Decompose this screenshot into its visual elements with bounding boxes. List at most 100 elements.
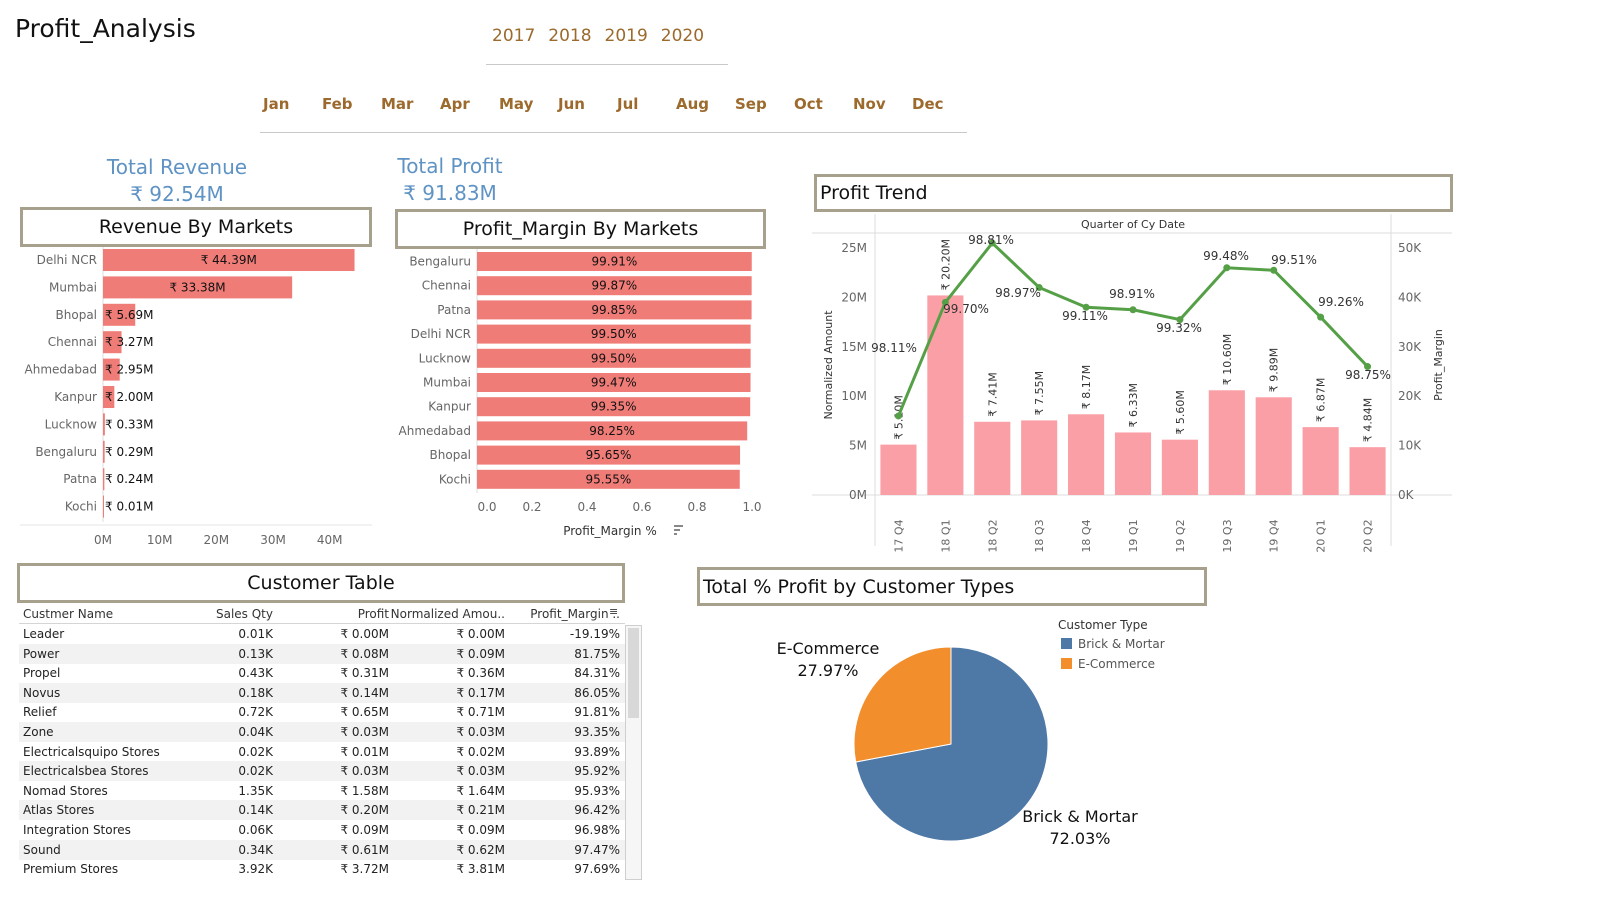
bar <box>1021 420 1058 495</box>
y-tick-label: 0M <box>849 488 867 502</box>
table-cell: ₹ 3.81M <box>456 862 505 877</box>
month-filter-item[interactable]: Feb <box>322 95 353 113</box>
slice-name-label: E-Commerce <box>777 639 880 658</box>
year-filter-item[interactable]: 2020 <box>661 26 704 46</box>
month-filter-item[interactable]: Jan <box>263 95 289 113</box>
table-row[interactable]: Nomad Stores 1.35K ₹ 1.58M ₹ 1.64M 95.93% <box>19 781 625 801</box>
table-cell: 95.93% <box>574 783 620 798</box>
table-cell: ₹ 3.72M <box>340 862 389 877</box>
tick-label: 0.4 <box>577 500 596 514</box>
month-filter-item[interactable]: Sep <box>735 95 767 113</box>
y-tick-label: 25M <box>841 241 867 255</box>
table-cell: ₹ 1.58M <box>340 783 389 798</box>
table-header-cell: Normalized Amou.. <box>390 607 505 621</box>
year-filter-item[interactable]: 2018 <box>548 26 591 46</box>
slice-value-label: 72.03% <box>1049 829 1110 848</box>
bar-data-label: ₹ 4.84M <box>1362 398 1375 442</box>
month-filter-item[interactable]: Nov <box>853 95 886 113</box>
category-label: Patna <box>437 303 471 317</box>
tick-label: 0.6 <box>632 500 651 514</box>
year-filter-item[interactable]: 2019 <box>605 26 648 46</box>
table-row[interactable]: Sound 0.34K ₹ 0.61M ₹ 0.62M 97.47% <box>19 839 625 860</box>
month-filter-item[interactable]: Oct <box>794 95 823 113</box>
table-cell: ₹ 0.71M <box>456 705 505 720</box>
sort-icon <box>674 525 683 535</box>
table-row[interactable]: Novus 0.18K ₹ 0.14M ₹ 0.17M 86.05% <box>19 682 625 703</box>
line-point <box>894 412 902 420</box>
sort-icon[interactable]: ≡ <box>609 605 618 618</box>
bar-data-label: ₹ 20.20M <box>939 239 952 290</box>
total-profit-value: ₹ 91.83M <box>403 181 497 205</box>
category-label: Lucknow <box>419 351 472 365</box>
data-label: ₹ 2.95M <box>105 363 154 377</box>
table-row[interactable]: Integration Stores 0.06K ₹ 0.09M ₹ 0.09M 96.… <box>19 820 625 840</box>
bar-data-label: ₹ 6.87M <box>1315 378 1328 422</box>
category-label: Mumbai <box>49 280 97 294</box>
total-revenue-label: Total Revenue <box>106 155 248 179</box>
table-cell: ₹ 0.62M <box>456 842 505 857</box>
month-filter-item[interactable]: Jul <box>617 95 638 113</box>
table-cell: 0.02K <box>238 764 273 779</box>
table-row[interactable]: Atlas Stores 0.14K ₹ 0.20M ₹ 0.21M 96.42% <box>19 800 625 821</box>
table-cell: Power <box>23 646 60 661</box>
bar-data-label: ₹ 7.55M <box>1033 371 1046 415</box>
x-tick-label: 2018 Q1 <box>939 519 952 552</box>
table-scrollbar[interactable] <box>625 625 642 880</box>
line-data-label: 98.11% <box>871 341 917 355</box>
dashboard-title: Profit_Analysis <box>15 14 196 43</box>
month-filter-item[interactable]: May <box>499 95 533 113</box>
table-row[interactable]: Zone 0.04K ₹ 0.03M ₹ 0.03M 93.35% <box>19 722 625 742</box>
table-cell: Premium Stores <box>23 862 119 877</box>
legend-label: Brick & Mortar <box>1078 637 1165 651</box>
y-tick-label: 20M <box>841 290 867 304</box>
data-label: 99.47% <box>591 376 637 390</box>
category-label: Mumbai <box>423 376 471 390</box>
profit-trend-chart: Quarter of Cy Date 0M 5M 10M 15M 20M 25M 0K 10K 2… <box>812 214 1452 552</box>
y2-tick-label: 10K <box>1398 439 1422 453</box>
month-filter-item[interactable]: Jun <box>558 95 585 113</box>
table-row[interactable]: Premium Stores 3.92K ₹ 3.72M ₹ 3.81M 97.69% <box>19 859 625 879</box>
table-header-row: Custmer Name Sales Qty Profit Normalized Am… <box>19 604 625 624</box>
data-label: ₹ 0.33M <box>105 417 154 431</box>
month-filter-item[interactable]: Mar <box>381 95 413 113</box>
table-cell: Leader <box>23 627 65 641</box>
data-label: ₹ 0.24M <box>105 472 154 486</box>
table-header-cell: Profit_Margin .. <box>530 607 620 621</box>
data-label: ₹ 44.39M <box>201 253 257 267</box>
table-cell: Nomad Stores <box>23 783 108 798</box>
table-row[interactable]: Power 0.13K ₹ 0.08M ₹ 0.09M 81.75% <box>19 643 625 664</box>
category-label: Delhi NCR <box>37 253 97 267</box>
month-filter-item[interactable]: Dec <box>912 95 944 113</box>
table-row[interactable]: Electricalsbea Stores 0.02K ₹ 0.03M ₹ 0.03M… <box>19 761 625 782</box>
y2-axis-title: Profit_Margin <box>1432 329 1445 401</box>
table-cell: 97.69% <box>574 862 620 877</box>
line-data-label: 99.32% <box>1156 321 1202 335</box>
table-cell: 0.01K <box>238 627 273 641</box>
table-header-cell: Profit <box>357 607 389 621</box>
x-tick-label: 2019 Q3 <box>1221 519 1234 552</box>
revenue-by-markets-title: Revenue By Markets <box>98 216 294 238</box>
category-label: Bhopal <box>56 308 97 322</box>
year-filter-divider <box>486 64 728 65</box>
table-row[interactable]: Leader 0.01K ₹ 0.00M ₹ 0.00M -19.19% <box>19 624 625 644</box>
table-row[interactable]: Electricalsquipo Stores 0.02K ₹ 0.01M ₹ 0.0… <box>19 742 625 762</box>
line-point <box>1317 313 1325 321</box>
table-cell: ₹ 0.00M <box>456 627 505 641</box>
table-row[interactable]: Relief 0.72K ₹ 0.65M ₹ 0.71M 91.81% <box>19 702 625 722</box>
table-scrollbar-thumb[interactable] <box>628 628 639 718</box>
month-filter-item[interactable]: Apr <box>440 95 470 113</box>
table-cell: 0.18K <box>238 685 273 700</box>
table-cell: ₹ 0.01M <box>340 744 389 759</box>
data-label: 99.35% <box>591 400 637 414</box>
year-filter-item[interactable]: 2017 <box>492 26 535 46</box>
bar <box>103 495 104 518</box>
table-cell: Zone <box>23 725 54 739</box>
line-point <box>1270 266 1278 274</box>
month-filter-item[interactable]: Aug <box>676 95 709 113</box>
legend-swatch <box>1061 638 1072 649</box>
table-row[interactable]: Propel 0.43K ₹ 0.31M ₹ 0.36M 84.31% <box>19 663 625 683</box>
table-cell: 0.02K <box>238 744 273 759</box>
table-cell: Relief <box>23 705 57 720</box>
table-cell: Electricalsbea Stores <box>23 764 149 779</box>
category-label: Ahmedabad <box>25 363 97 377</box>
